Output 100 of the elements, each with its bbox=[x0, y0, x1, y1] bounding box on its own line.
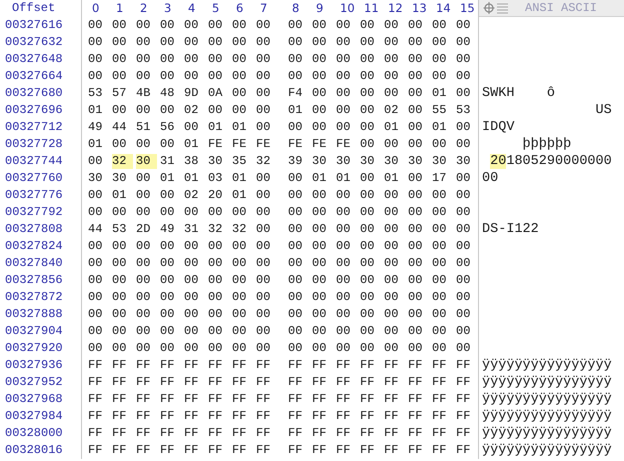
ascii-text: IDQV bbox=[482, 120, 514, 136]
column-header: 12 bbox=[387, 1, 404, 16]
hex-byte: 00 bbox=[88, 341, 104, 356]
hex-byte: 00 bbox=[232, 52, 248, 67]
hex-byte: FF bbox=[432, 409, 448, 424]
hex-byte: 00 bbox=[88, 239, 104, 254]
hex-byte: 00 bbox=[184, 239, 200, 254]
panel-title: ANSI ASCII bbox=[525, 1, 598, 15]
hex-byte: 02 bbox=[384, 103, 400, 118]
hex-byte: 00 bbox=[208, 18, 224, 33]
hex-byte: FF bbox=[184, 358, 200, 373]
hex-byte: 00 bbox=[160, 69, 176, 84]
hex-byte: FF bbox=[384, 358, 400, 373]
hex-byte: 00 bbox=[136, 307, 152, 322]
hex-byte: 32 bbox=[208, 222, 224, 237]
hex-byte: FF bbox=[336, 426, 352, 441]
offset-value: 00327648 bbox=[0, 51, 82, 68]
hex-byte: 00 bbox=[312, 341, 328, 356]
hex-byte: 00 bbox=[256, 188, 272, 203]
offset-value: 00328016 bbox=[0, 442, 82, 459]
hex-byte: FF bbox=[256, 409, 272, 424]
hex-byte: FF bbox=[232, 392, 248, 407]
hex-byte: 00 bbox=[160, 341, 176, 356]
hex-byte: 01 bbox=[112, 188, 128, 203]
column-header: 11 bbox=[363, 1, 380, 16]
hex-byte: FF bbox=[384, 426, 400, 441]
hex-byte: FE bbox=[208, 137, 224, 152]
hex-byte: 00 bbox=[432, 239, 448, 254]
hex-byte: 00 bbox=[312, 324, 328, 339]
hex-byte: FF bbox=[384, 409, 400, 424]
hex-byte: 00 bbox=[160, 307, 176, 322]
hex-byte: FF bbox=[336, 358, 352, 373]
hex-byte: 00 bbox=[256, 69, 272, 84]
hex-byte: 00 bbox=[432, 18, 448, 33]
offset-value: 00327680 bbox=[0, 85, 82, 102]
hex-byte: 00 bbox=[184, 35, 200, 50]
hex-byte: 00 bbox=[336, 341, 352, 356]
hex-byte: 00 bbox=[288, 273, 304, 288]
hex-byte: 00 bbox=[256, 120, 272, 135]
hex-byte: 00 bbox=[456, 120, 472, 135]
hex-byte: 00 bbox=[88, 205, 104, 220]
hex-byte: 00 bbox=[408, 35, 424, 50]
hex-byte: 00 bbox=[456, 222, 472, 237]
hex-byte: 00 bbox=[408, 188, 424, 203]
hex-byte: 00 bbox=[360, 171, 376, 186]
hex-byte: 00 bbox=[160, 324, 176, 339]
hex-byte: 00 bbox=[136, 35, 152, 50]
hex-byte: 01 bbox=[232, 120, 248, 135]
hex-byte: 00 bbox=[408, 137, 424, 152]
hex-byte: 17 bbox=[432, 171, 448, 186]
hex-byte: FF bbox=[456, 426, 472, 441]
hex-byte: 00 bbox=[112, 137, 128, 152]
hex-byte: 00 bbox=[312, 103, 328, 118]
offset-value: 00327856 bbox=[0, 272, 82, 289]
hex-byte: 38 bbox=[184, 154, 200, 169]
hex-byte: FF bbox=[408, 443, 424, 458]
hex-byte: FF bbox=[336, 409, 352, 424]
hex-byte: 01 bbox=[336, 171, 352, 186]
hex-byte: 00 bbox=[456, 18, 472, 33]
hex-byte: 00 bbox=[232, 273, 248, 288]
crosshair-list-icon[interactable] bbox=[483, 1, 509, 15]
hex-byte: 00 bbox=[88, 273, 104, 288]
hex-byte: 00 bbox=[208, 103, 224, 118]
offset-value: 00327744 bbox=[0, 153, 82, 170]
offset-value: 00327664 bbox=[0, 68, 82, 85]
offset-value: 00327968 bbox=[0, 391, 82, 408]
hex-byte: 00 bbox=[184, 120, 200, 135]
hex-byte: FF bbox=[88, 443, 104, 458]
ascii-text: US bbox=[594, 102, 612, 118]
hex-byte: 00 bbox=[312, 290, 328, 305]
column-header: 1 bbox=[115, 1, 124, 16]
ascii-text: 201805290000000 bbox=[489, 154, 612, 170]
hex-byte: 00 bbox=[312, 307, 328, 322]
hex-byte: 00 bbox=[408, 69, 424, 84]
hex-byte: FF bbox=[160, 358, 176, 373]
hex-byte: 00 bbox=[160, 188, 176, 203]
hex-byte: 00 bbox=[288, 188, 304, 203]
hex-byte: 30 bbox=[112, 171, 128, 186]
hex-byte: 01 bbox=[88, 103, 104, 118]
hex-byte: FF bbox=[336, 375, 352, 390]
offset-value: 00327920 bbox=[0, 340, 82, 357]
hex-byte: FF bbox=[232, 358, 248, 373]
hex-byte: FF bbox=[160, 409, 176, 424]
offset-value: 00327728 bbox=[0, 136, 82, 153]
hex-byte: 00 bbox=[208, 273, 224, 288]
hex-byte: 00 bbox=[408, 86, 424, 101]
hex-byte: 00 bbox=[112, 69, 128, 84]
hex-byte: 00 bbox=[312, 188, 328, 203]
hex-byte: 00 bbox=[112, 52, 128, 67]
hex-byte: 03 bbox=[208, 171, 224, 186]
hex-byte: 00 bbox=[456, 52, 472, 67]
offset-value: 00327632 bbox=[0, 34, 82, 51]
hex-byte: FF bbox=[288, 392, 304, 407]
hex-byte: 00 bbox=[288, 256, 304, 271]
hex-byte: 00 bbox=[88, 256, 104, 271]
hex-byte: 00 bbox=[112, 290, 128, 305]
hex-byte: FF bbox=[184, 409, 200, 424]
hex-byte: 00 bbox=[384, 307, 400, 322]
hex-byte: 4B bbox=[136, 86, 152, 101]
hex-byte: 00 bbox=[208, 324, 224, 339]
